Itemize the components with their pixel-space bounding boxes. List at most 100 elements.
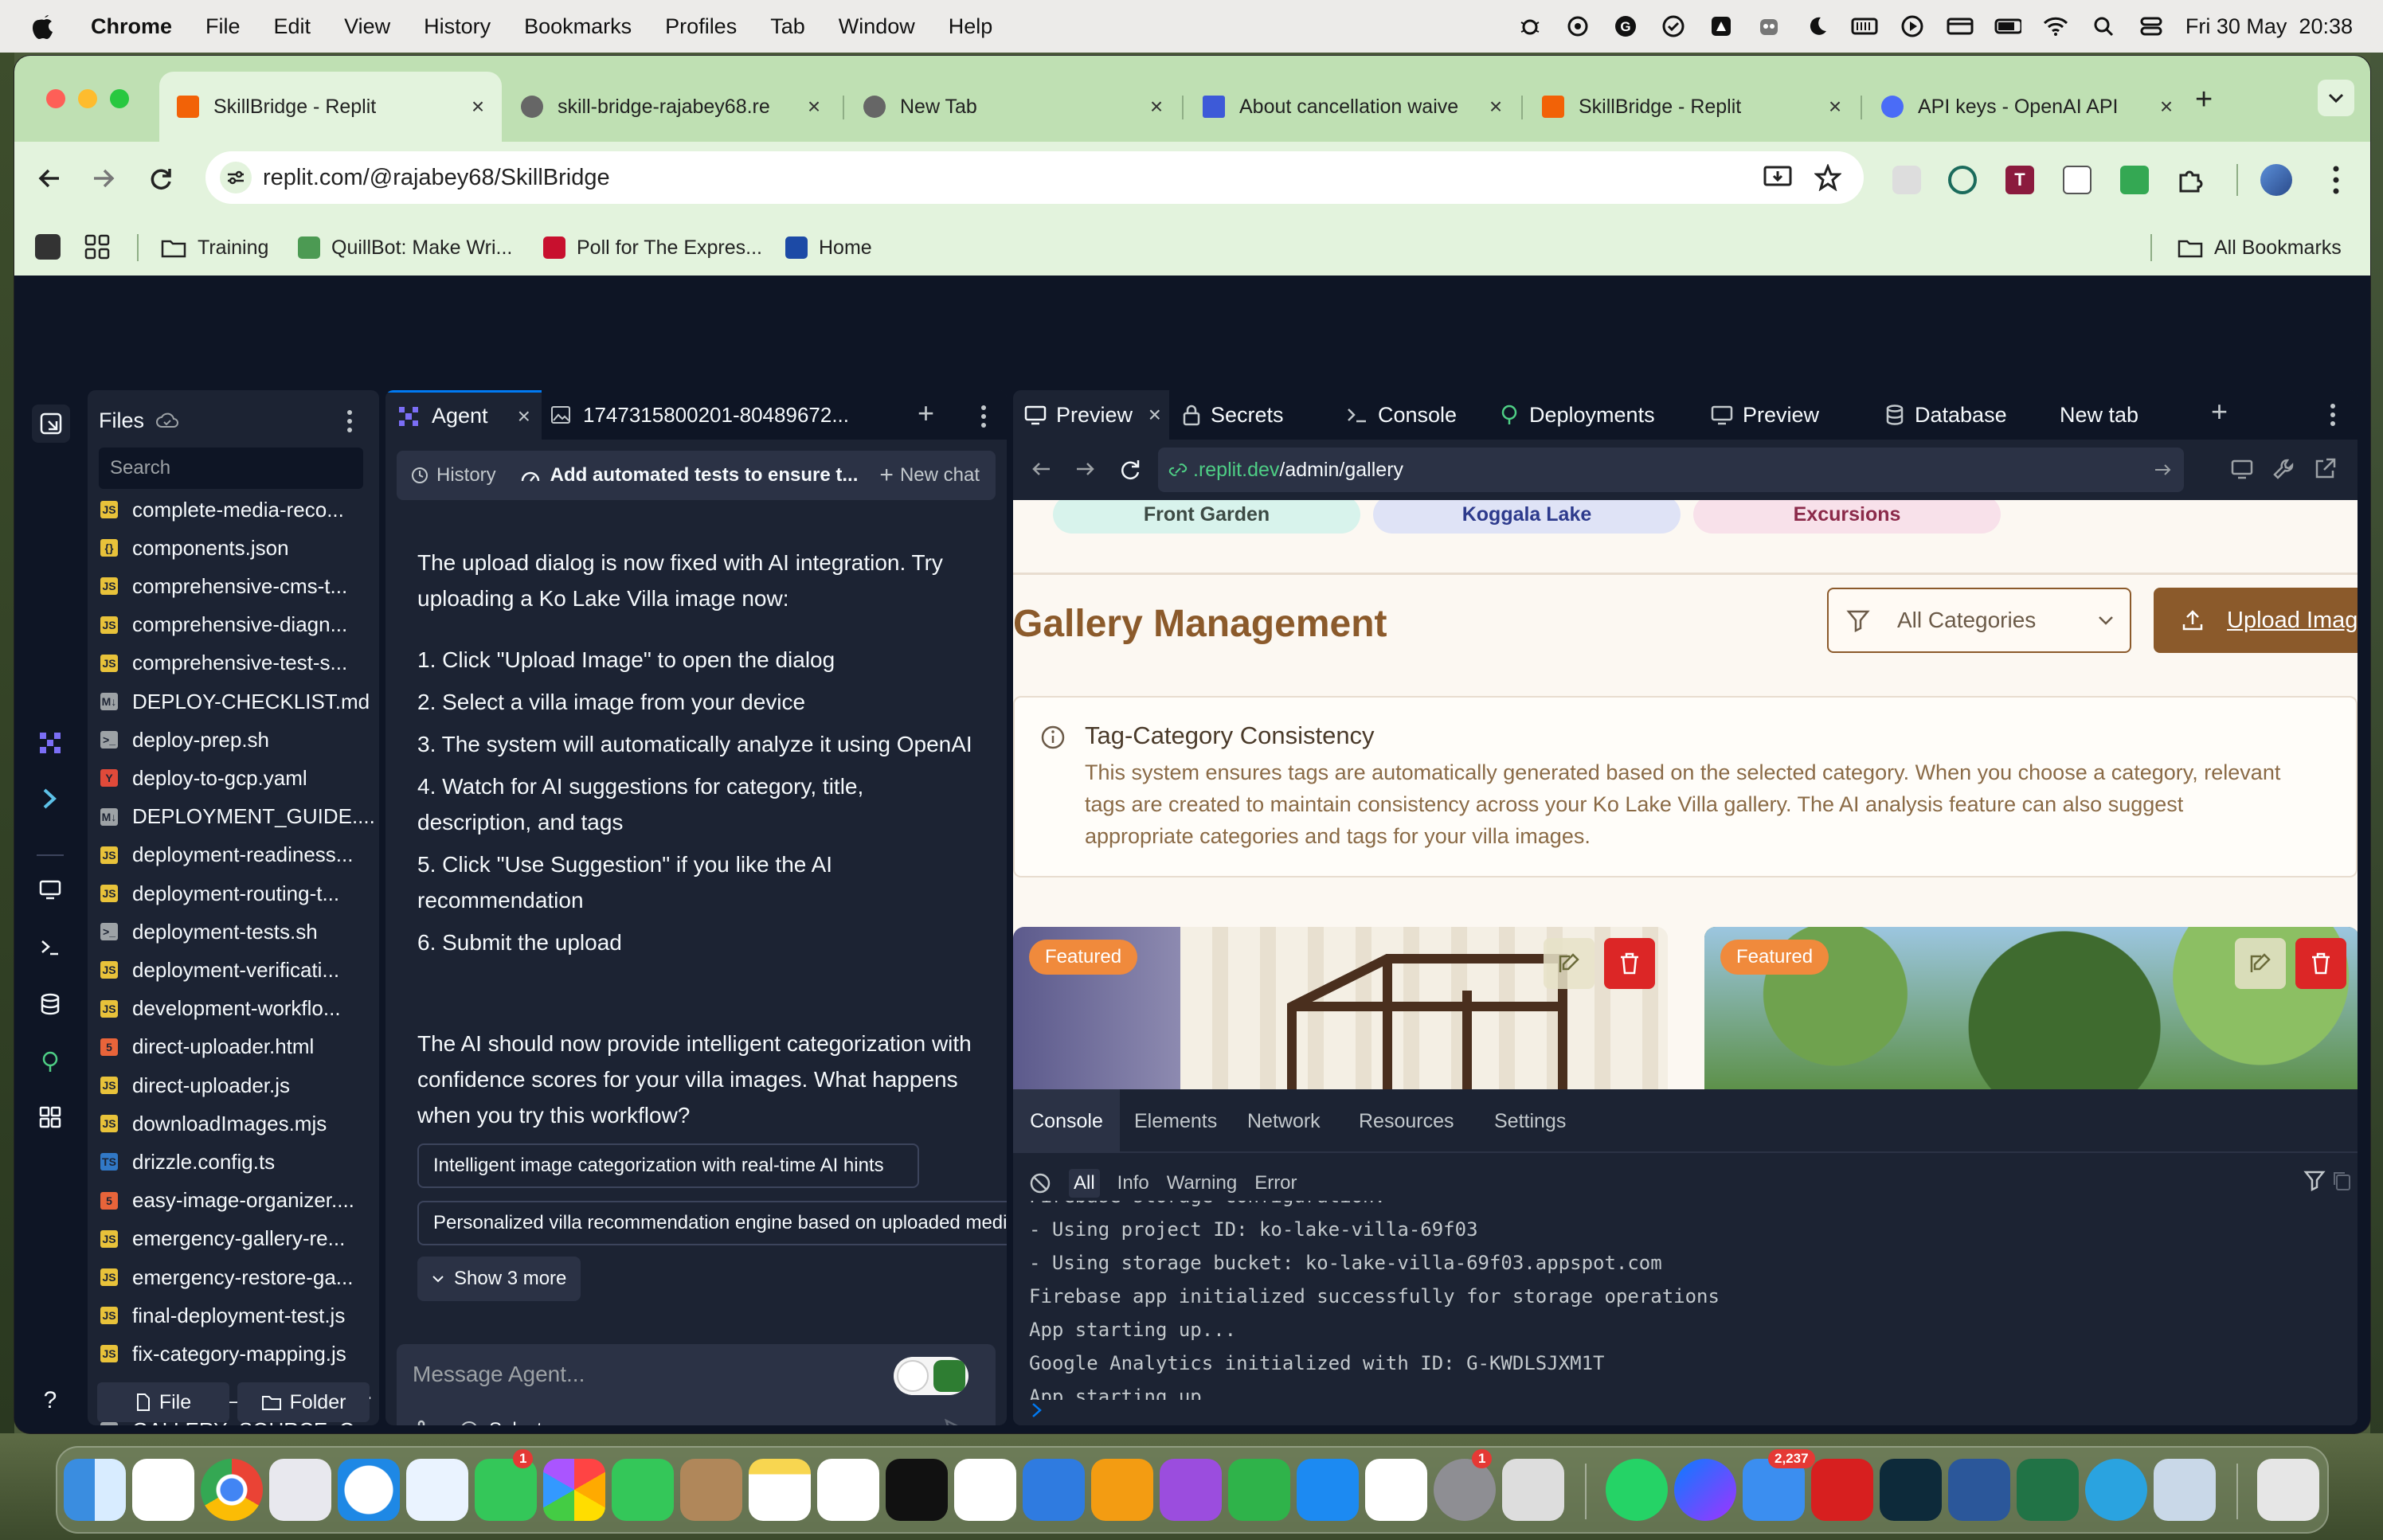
file-item[interactable]: JS emergency-restore-ga...: [100, 1258, 353, 1296]
browser-tab[interactable]: API keys - OpenAI API ×: [1864, 72, 2190, 142]
numbers-icon[interactable]: [1228, 1459, 1290, 1521]
profile-avatar[interactable]: [2260, 164, 2292, 196]
robot-assistant-icon[interactable]: [933, 1360, 965, 1392]
grammarly-extension-icon[interactable]: [1948, 166, 1977, 194]
bookmark-training[interactable]: Training: [161, 231, 268, 264]
robot-icon[interactable]: [1755, 13, 1782, 40]
devtools-tab-console[interactable]: Console: [1013, 1089, 1120, 1153]
grammarly-icon[interactable]: G: [1612, 13, 1639, 40]
play-icon[interactable]: [1899, 13, 1926, 40]
puzzle-extensions-icon[interactable]: [2176, 166, 2205, 194]
tab-image-file[interactable]: 1747315800201-80489672...: [550, 390, 849, 440]
url-text[interactable]: replit.com/@rajabey68/SkillBridge: [263, 165, 610, 191]
bookmark-home[interactable]: Home: [785, 231, 872, 264]
gallery-card[interactable]: Featured: [1704, 927, 2358, 1089]
system-settings-icon[interactable]: [1434, 1459, 1496, 1521]
filter-funnel-icon[interactable]: [2303, 1169, 2326, 1191]
pen-icon[interactable]: [897, 1360, 929, 1392]
tab-agent[interactable]: Agent ×: [385, 390, 542, 440]
message-agent-input[interactable]: Message Agent...: [413, 1362, 585, 1387]
close-tab-icon[interactable]: ×: [1148, 402, 1161, 428]
close-tab-icon[interactable]: ×: [464, 94, 492, 119]
close-tab-icon[interactable]: ×: [1821, 94, 1849, 119]
file-item[interactable]: 5 direct-uploader.html: [100, 1028, 314, 1066]
file-item[interactable]: JS fix-category-mapping.js: [100, 1335, 346, 1373]
forward-arrow-icon[interactable]: [89, 164, 118, 193]
safari-icon[interactable]: [338, 1459, 400, 1521]
file-item[interactable]: JS deployment-verificati...: [100, 951, 339, 989]
t-extension-icon[interactable]: T: [2005, 166, 2034, 194]
show-more-button[interactable]: Show 3 more: [417, 1257, 581, 1301]
menu-app-name[interactable]: Chrome: [91, 14, 172, 39]
photos-icon[interactable]: [543, 1459, 605, 1521]
preview-reload-icon[interactable]: [1118, 457, 1142, 481]
category-filter-select[interactable]: All Categories: [1827, 588, 2131, 653]
chat-title[interactable]: Add automated tests to ensure t...: [520, 464, 858, 487]
install-app-icon[interactable]: [1763, 165, 1792, 190]
console-prompt-chevron-icon[interactable]: [1031, 1401, 1043, 1419]
app-store-icon[interactable]: [1297, 1459, 1359, 1521]
help-question-icon[interactable]: ?: [37, 1387, 64, 1414]
gallery-card[interactable]: Featured: [1013, 927, 1668, 1089]
menu-view[interactable]: View: [344, 14, 390, 39]
openai-icon[interactable]: [1564, 13, 1591, 40]
menu-help[interactable]: Help: [949, 14, 993, 39]
send-arrow-icon[interactable]: [943, 1417, 970, 1425]
go-arrow-icon[interactable]: [2154, 462, 2173, 478]
filter-info[interactable]: Info: [1117, 1172, 1149, 1194]
contacts-icon[interactable]: [680, 1459, 742, 1521]
suggestion-chip[interactable]: Intelligent image categorization with re…: [417, 1143, 919, 1188]
messenger-icon[interactable]: [1674, 1459, 1736, 1521]
open-new-window-icon[interactable]: [2313, 457, 2337, 481]
extension-icon[interactable]: [1892, 166, 1921, 194]
edit-pencil-icon[interactable]: [1544, 938, 1595, 989]
menu-profiles[interactable]: Profiles: [665, 14, 737, 39]
close-tab-icon[interactable]: ×: [1481, 94, 1510, 119]
new-tab-plus-icon[interactable]: +: [2195, 83, 2213, 117]
browser-tab[interactable]: New Tab ×: [846, 72, 1180, 142]
close-tab-icon[interactable]: ×: [518, 404, 530, 429]
moon-icon[interactable]: [1803, 13, 1830, 40]
select-element-button[interactable]: Select: [459, 1419, 542, 1425]
apple-tv-icon[interactable]: [886, 1459, 948, 1521]
minimize-window-button[interactable]: [78, 89, 97, 108]
file-item[interactable]: JS development-workflo...: [100, 990, 341, 1028]
file-item[interactable]: JS comprehensive-cms-t...: [100, 567, 347, 605]
bookmark-star-icon[interactable]: [1814, 164, 1841, 191]
telegram-icon[interactable]: [2085, 1459, 2147, 1521]
add-tab-plus-icon[interactable]: +: [2211, 395, 2228, 428]
freeform-icon[interactable]: [1365, 1459, 1427, 1521]
deployments-rail-icon[interactable]: [37, 1048, 64, 1075]
menu-window[interactable]: Window: [839, 14, 915, 39]
control-center-icon[interactable]: [2138, 13, 2165, 40]
messages-icon[interactable]: [475, 1459, 537, 1521]
file-item[interactable]: >_ deployment-tests.sh: [100, 913, 318, 951]
news-icon[interactable]: [954, 1459, 1016, 1521]
close-tab-icon[interactable]: ×: [2152, 94, 2181, 119]
file-item[interactable]: JS downloadImages.mjs: [100, 1104, 327, 1143]
trash-icon[interactable]: [2257, 1459, 2319, 1521]
history-button[interactable]: History: [411, 464, 496, 487]
file-item[interactable]: Ydeploy-to-gcp.yaml: [100, 759, 307, 797]
browser-tab[interactable]: SkillBridge - Replit ×: [159, 72, 502, 142]
browser-tab[interactable]: skill-bridge-rajabey68.re ×: [503, 72, 838, 142]
toggle-sidebar-icon[interactable]: [32, 405, 70, 443]
all-tools-grid-icon[interactable]: [37, 1104, 64, 1131]
upload-image-button[interactable]: Upload Image: [2154, 588, 2358, 653]
file-item[interactable]: {} components.json: [100, 529, 289, 567]
menu-history[interactable]: History: [424, 14, 491, 39]
check-circle-icon[interactable]: [1660, 13, 1687, 40]
chatgpt-icon[interactable]: [132, 1459, 194, 1521]
menu-edit[interactable]: Edit: [274, 14, 311, 39]
devtools-tab-network[interactable]: Network: [1247, 1110, 1321, 1133]
shell-rail-icon[interactable]: [37, 933, 64, 960]
finder-icon[interactable]: [64, 1459, 126, 1521]
drive-icon[interactable]: [1708, 13, 1735, 40]
menu-tab[interactable]: Tab: [770, 14, 805, 39]
filter-error[interactable]: Error: [1254, 1172, 1297, 1194]
podcasts-icon[interactable]: [1160, 1459, 1222, 1521]
tab-deployments[interactable]: Deployments: [1499, 390, 1655, 440]
wifi-icon[interactable]: [2042, 13, 2069, 40]
new-chat-button[interactable]: + New chat: [879, 462, 980, 489]
pages-icon[interactable]: [1091, 1459, 1153, 1521]
